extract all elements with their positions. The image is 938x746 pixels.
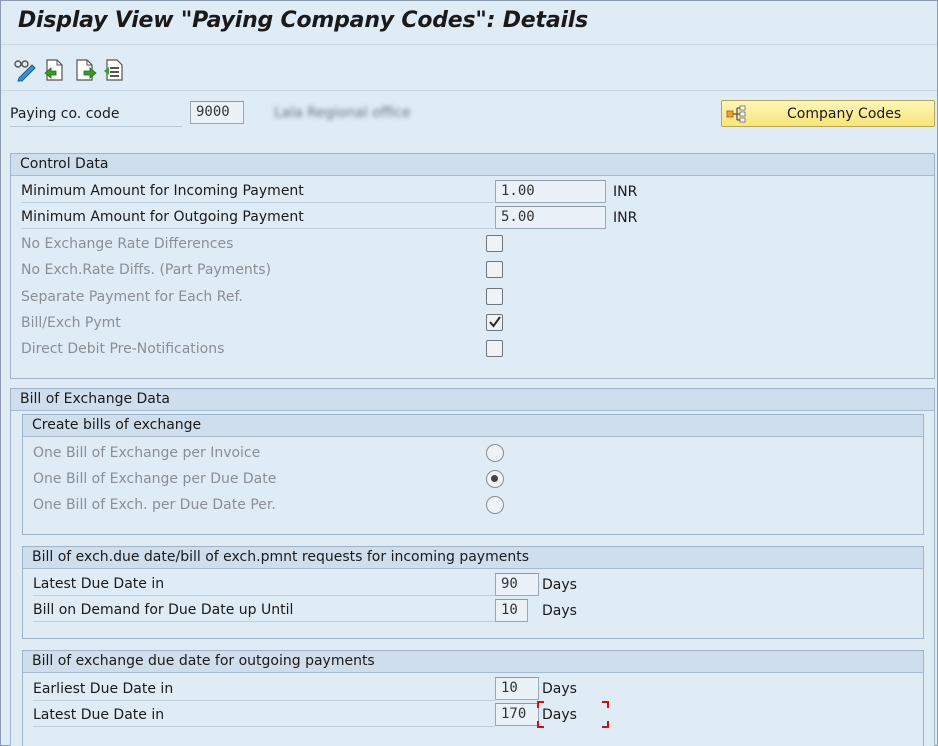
application-toolbar [1, 45, 937, 91]
paying-co-code-field[interactable]: 9000 [190, 101, 244, 124]
paying-co-code-description: Lala Regional office [274, 105, 411, 121]
company-codes-button[interactable]: Company Codes [721, 100, 935, 127]
no-exchange-rate-diff-label: No Exchange Rate Differences [21, 236, 234, 252]
incoming-latest-due-field[interactable]: 90 [495, 573, 539, 596]
page-title: Display View "Paying Company Codes": Det… [18, 8, 589, 33]
direct-debit-pre-notif-checkbox[interactable] [486, 340, 503, 357]
per-due-date-label: One Bill of Exchange per Due Date [33, 471, 277, 487]
outgoing-earliest-due-field[interactable]: 10 [495, 677, 539, 700]
next-entry-icon[interactable] [74, 58, 98, 82]
min-incoming-unit: INR [613, 184, 638, 200]
display-change-icon[interactable] [13, 58, 37, 82]
min-outgoing-unit: INR [613, 210, 638, 226]
focus-frame-icon [537, 701, 609, 728]
bill-on-demand-field[interactable]: 10 [495, 599, 528, 622]
incoming-latest-due-label: Latest Due Date in [33, 576, 495, 596]
separate-payment-checkbox[interactable] [486, 288, 503, 305]
per-due-date-period-radio[interactable] [486, 496, 504, 514]
previous-entry-icon[interactable] [42, 58, 66, 82]
min-outgoing-label: Minimum Amount for Outgoing Payment [21, 209, 494, 229]
outgoing-payments-title: Bill of exchange due date for outgoing p… [23, 651, 923, 673]
outgoing-earliest-due-label: Earliest Due Date in [33, 681, 495, 701]
min-incoming-label: Minimum Amount for Incoming Payment [21, 183, 494, 203]
per-invoice-label: One Bill of Exchange per Invoice [33, 445, 261, 461]
title-bar: Display View "Paying Company Codes": Det… [1, 1, 937, 45]
incoming-payments-title: Bill of exch.due date/bill of exch.pmnt … [23, 547, 923, 569]
no-exchange-rate-diff-checkbox[interactable] [486, 235, 503, 252]
control-data-title: Control Data [11, 154, 934, 176]
min-outgoing-field[interactable]: 5.00 [495, 206, 606, 229]
outgoing-latest-due-field[interactable]: 170 [495, 703, 539, 726]
paying-co-code-label: Paying co. code [10, 106, 182, 127]
bill-on-demand-label: Bill on Demand for Due Date up Until [33, 602, 495, 622]
per-invoice-radio[interactable] [486, 444, 504, 462]
per-due-date-period-label: One Bill of Exch. per Due Date Per. [33, 497, 276, 513]
direct-debit-pre-notif-label: Direct Debit Pre-Notifications [21, 341, 225, 357]
no-exch-rate-diff-part-checkbox[interactable] [486, 261, 503, 278]
outgoing-latest-due-label: Latest Due Date in [33, 707, 495, 727]
variable-list-icon[interactable] [102, 58, 126, 82]
create-bills-title: Create bills of exchange [23, 415, 923, 437]
company-codes-icon [726, 105, 746, 123]
no-exch-rate-diff-part-label: No Exch.Rate Diffs. (Part Payments) [21, 262, 272, 278]
outgoing-earliest-due-unit: Days [542, 681, 577, 697]
bill-of-exchange-title: Bill of Exchange Data [11, 389, 934, 411]
bill-exch-pymt-checkbox[interactable] [486, 314, 503, 331]
bill-on-demand-unit: Days [542, 603, 577, 619]
checkmark-icon [489, 316, 501, 328]
incoming-latest-due-unit: Days [542, 577, 577, 593]
per-due-date-radio[interactable] [486, 470, 504, 488]
separate-payment-label: Separate Payment for Each Ref. [21, 289, 243, 305]
company-codes-button-label: Company Codes [787, 106, 902, 122]
min-incoming-field[interactable]: 1.00 [495, 180, 606, 203]
bill-exch-pymt-label: Bill/Exch Pymt [21, 315, 121, 331]
